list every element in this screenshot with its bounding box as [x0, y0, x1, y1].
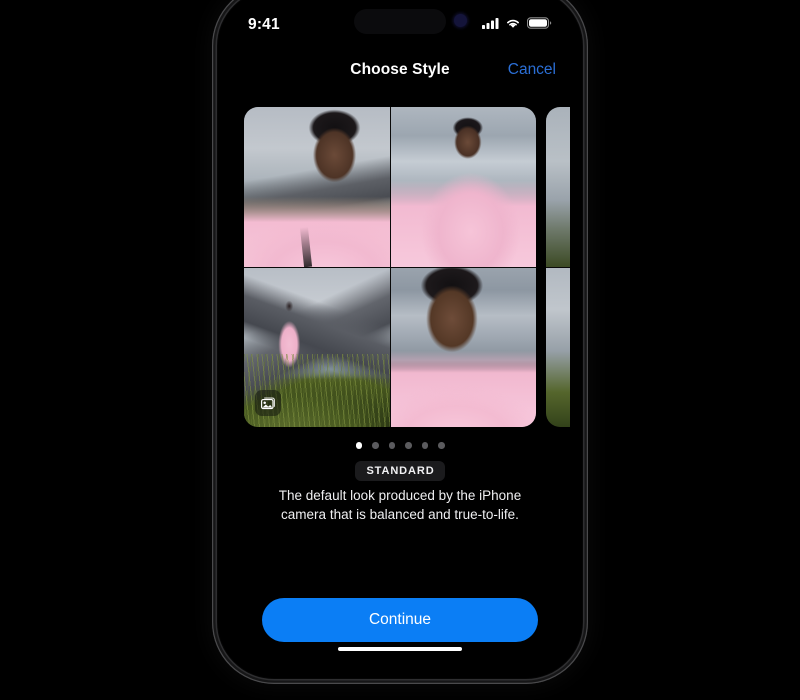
- style-card-standard[interactable]: [244, 107, 536, 427]
- phone-screen: 9:41 Choose Style Cancel STANDARD The de…: [218, 0, 582, 678]
- screenshot-canvas: 9:41 Choose Style Cancel STANDARD The de…: [0, 0, 800, 700]
- navigation-bar: Choose Style Cancel: [218, 54, 582, 86]
- photo-grid: [244, 107, 536, 427]
- photo-cell-beach: [390, 107, 536, 267]
- status-bar-time: 9:41: [248, 16, 280, 33]
- pagination-dot-5[interactable]: [421, 442, 428, 449]
- style-description: The default look produced by the iPhone …: [278, 488, 522, 522]
- style-carousel[interactable]: [218, 107, 582, 427]
- style-name-badge: STANDARD: [355, 461, 445, 481]
- pagination-dot-6[interactable]: [438, 442, 445, 449]
- photo-cell-wide-grass: [244, 267, 390, 427]
- cancel-button[interactable]: Cancel: [508, 54, 556, 86]
- continue-button[interactable]: Continue: [262, 598, 538, 642]
- pagination-dot-4[interactable]: [405, 442, 412, 449]
- photo-cell-portrait: [390, 267, 536, 427]
- cellular-bars-icon: [482, 16, 499, 34]
- pagination-dot-3[interactable]: [388, 442, 395, 449]
- pagination-dots[interactable]: [218, 442, 582, 449]
- iphone-device-frame: 9:41 Choose Style Cancel STANDARD The de…: [212, 0, 588, 684]
- recording-indicator-dot: [454, 14, 467, 27]
- carousel-track[interactable]: [244, 107, 582, 427]
- style-badge-row: STANDARD: [218, 461, 582, 481]
- pagination-dot-1[interactable]: [355, 442, 362, 449]
- battery-full-icon: [526, 16, 552, 34]
- carousel-right-mask: [570, 107, 582, 427]
- wifi-icon: [505, 16, 521, 34]
- status-bar-indicators: [482, 16, 552, 34]
- pagination-dot-2[interactable]: [372, 442, 379, 449]
- photo-library-icon[interactable]: [255, 390, 281, 416]
- home-indicator[interactable]: [338, 646, 462, 651]
- photo-cell-selfie: [244, 107, 390, 267]
- dynamic-island: [354, 9, 446, 34]
